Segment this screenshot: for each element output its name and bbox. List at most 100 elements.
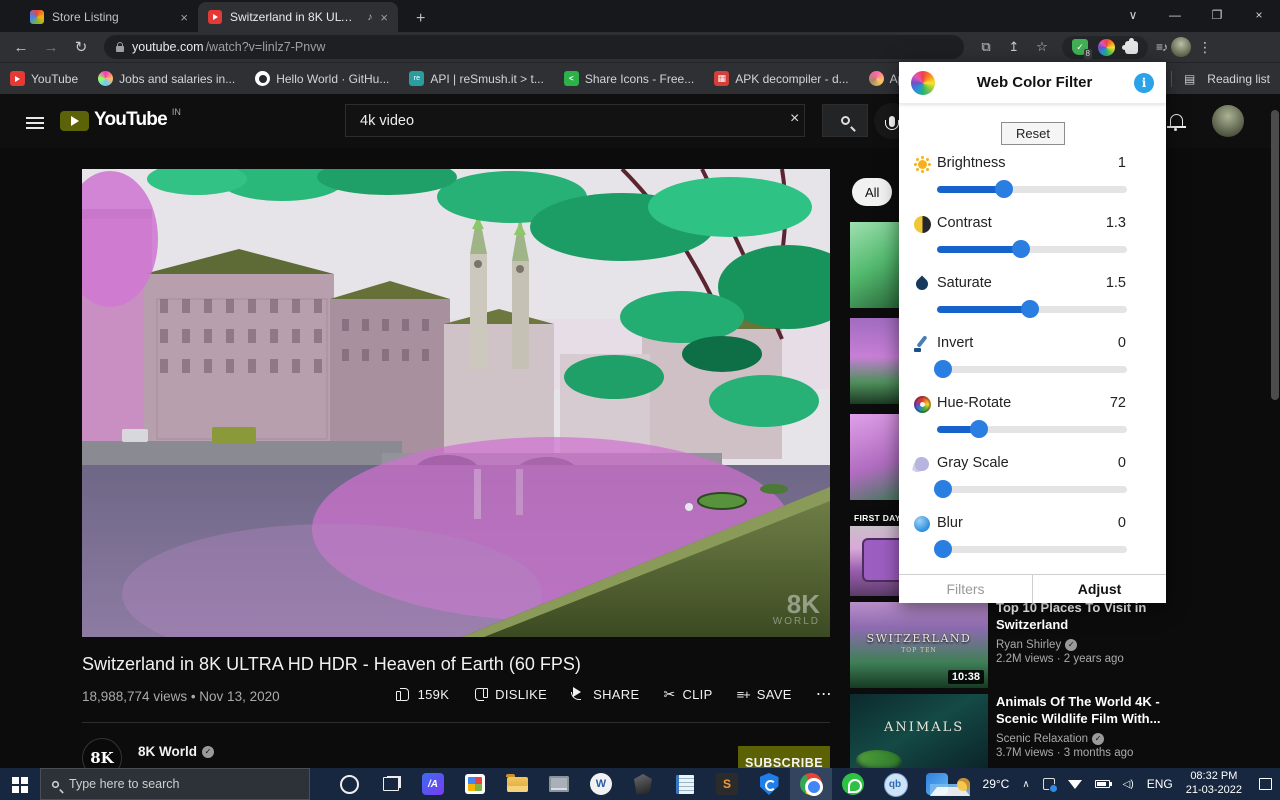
tab-adjust[interactable]: Adjust: [1033, 575, 1166, 603]
tray-expand-icon[interactable]: ∧: [1022, 779, 1029, 790]
hotspot-shield-icon[interactable]: [748, 768, 790, 800]
word-circle-icon[interactable]: W: [580, 768, 622, 800]
more-actions-button[interactable]: ⋯: [816, 684, 832, 704]
notifications-bell-icon[interactable]: [1170, 114, 1183, 126]
weather-moon-icon[interactable]: [957, 778, 970, 791]
saturate-slider[interactable]: [937, 306, 1127, 313]
hue-rotate-slider[interactable]: [937, 426, 1127, 433]
duration-badge: 10:38: [948, 670, 984, 684]
dislike-button[interactable]: DISLIKE: [473, 687, 547, 702]
bookmark-item[interactable]: Jobs and salaries in...: [98, 71, 235, 86]
start-button[interactable]: [0, 768, 40, 800]
hue-rotate-slider-thumb[interactable]: [970, 420, 988, 438]
youtube-account-avatar[interactable]: [1212, 105, 1244, 137]
sidebar-video-info[interactable]: Animals Of The World 4K - Scenic Wildlif…: [996, 694, 1168, 759]
language-indicator[interactable]: ENG: [1147, 777, 1173, 791]
youtube-favicon: [208, 10, 222, 24]
browser-profile-avatar[interactable]: [1171, 37, 1191, 57]
tab-close-icon[interactable]: ×: [380, 10, 388, 25]
system-app-icon[interactable]: [538, 768, 580, 800]
web-color-filter-extension-icon[interactable]: [1098, 39, 1115, 56]
gray-scale-slider-thumb[interactable]: [934, 480, 952, 498]
open-in-window-icon[interactable]: ⧉: [974, 39, 998, 55]
window-menu-icon[interactable]: ∨: [1112, 8, 1154, 22]
wifi-icon[interactable]: [1068, 780, 1082, 789]
close-icon[interactable]: ×: [1238, 8, 1280, 22]
saturate-slider-thumb[interactable]: [1021, 300, 1039, 318]
tab-close-icon[interactable]: ×: [180, 10, 188, 25]
clip-button[interactable]: ✂CLIP: [663, 686, 712, 703]
maximize-icon[interactable]: ❐: [1196, 8, 1238, 22]
taskbar-search[interactable]: Type here to search: [40, 768, 310, 800]
bookmark-item[interactable]: Hello World · GitHu...: [255, 71, 389, 86]
blur-slider-thumb[interactable]: [934, 540, 952, 558]
back-icon[interactable]: ←: [8, 39, 34, 56]
address-bar[interactable]: youtube.com /watch?v=linlz7-Pnvw: [104, 35, 964, 59]
browser-menu-icon[interactable]: ⋮: [1195, 39, 1215, 56]
tab-filters[interactable]: Filters: [899, 575, 1033, 603]
bookmark-item[interactable]: YouTube: [10, 71, 78, 86]
saturate-value: 1.5: [1106, 275, 1126, 291]
channel-name[interactable]: 8K World ✓: [138, 744, 214, 759]
tray-app-icon[interactable]: [1043, 778, 1055, 790]
ms-store-icon[interactable]: [454, 768, 496, 800]
contrast-slider-thumb[interactable]: [1012, 240, 1030, 258]
vpn-shield-extension-icon[interactable]: ✓8: [1072, 39, 1088, 55]
tab-switzerland-video[interactable]: Switzerland in 8K ULTRA HD ♪ ×: [198, 2, 398, 32]
video-thumbnail[interactable]: ANIMALS: [850, 694, 988, 768]
invert-slider-thumb[interactable]: [934, 360, 952, 378]
action-center-icon[interactable]: [1259, 778, 1272, 790]
search-button[interactable]: [822, 104, 868, 137]
speaker-icon[interactable]: ◁): [1123, 779, 1134, 790]
photos-icon[interactable]: [916, 768, 958, 800]
chrome-icon[interactable]: [790, 768, 832, 800]
sidebar-video-info[interactable]: Top 10 Places To Visit in Switzerland Ry…: [996, 600, 1168, 665]
sublime-text-icon[interactable]: S: [706, 768, 748, 800]
reset-button[interactable]: Reset: [1001, 122, 1065, 145]
reading-list-button[interactable]: Reading list: [1207, 72, 1270, 86]
obsidian-icon[interactable]: [622, 768, 664, 800]
bookmark-star-icon[interactable]: ☆: [1030, 39, 1054, 55]
channel-avatar[interactable]: 8K: [82, 738, 122, 768]
share-button[interactable]: SHARE: [571, 687, 639, 702]
bookmark-item[interactable]: ▦ APK decompiler - d...: [714, 71, 848, 86]
info-icon[interactable]: i: [1134, 73, 1154, 93]
notepad-icon[interactable]: [664, 768, 706, 800]
share-page-icon[interactable]: ↥: [1002, 39, 1026, 55]
file-explorer-icon[interactable]: [496, 768, 538, 800]
gray-scale-slider[interactable]: [937, 486, 1127, 493]
video-player[interactable]: 8K WORLD: [82, 169, 830, 637]
video-thumbnail[interactable]: SWITZERLAND TOP TEN 10:38: [850, 602, 988, 688]
search-input[interactable]: 4k video: [345, 104, 805, 137]
forward-icon[interactable]: →: [38, 39, 64, 56]
clock[interactable]: 08:32 PM 21-03-2022: [1186, 770, 1242, 798]
movavi-icon[interactable]: /A: [412, 768, 454, 800]
weather-temp[interactable]: 29°C: [983, 777, 1010, 791]
media-playlist-icon[interactable]: ≡♪: [1156, 40, 1167, 54]
extensions-puzzle-icon[interactable]: [1125, 41, 1138, 54]
bookmark-item[interactable]: re API | reSmush.it > t...: [409, 71, 544, 86]
like-button[interactable]: 159K: [396, 687, 450, 702]
cortana-icon[interactable]: [328, 768, 370, 800]
invert-slider[interactable]: [937, 366, 1127, 373]
bookmark-item[interactable]: < Share Icons - Free...: [564, 71, 694, 86]
new-tab-button[interactable]: +: [410, 10, 431, 32]
brightness-slider[interactable]: [937, 186, 1127, 193]
youtube-logo[interactable]: YouTube IN: [60, 109, 181, 131]
save-button[interactable]: ≡+SAVE: [737, 687, 792, 702]
whatsapp-icon[interactable]: [832, 768, 874, 800]
tab-store-listing[interactable]: Store Listing ×: [20, 2, 198, 32]
blur-slider[interactable]: [937, 546, 1127, 553]
chip-all[interactable]: All: [852, 178, 892, 206]
page-scrollbar[interactable]: [1271, 110, 1279, 400]
subscribe-button[interactable]: SUBSCRIBE: [738, 746, 830, 768]
battery-icon[interactable]: [1095, 780, 1110, 788]
hamburger-menu-icon[interactable]: [26, 114, 44, 132]
brightness-slider-thumb[interactable]: [995, 180, 1013, 198]
minimize-icon[interactable]: —: [1154, 8, 1196, 22]
search-clear-icon[interactable]: ×: [790, 110, 799, 128]
task-view-icon[interactable]: [370, 768, 412, 800]
qbittorrent-icon[interactable]: qb: [874, 768, 916, 800]
contrast-slider[interactable]: [937, 246, 1127, 253]
reload-icon[interactable]: ↻: [68, 38, 94, 56]
